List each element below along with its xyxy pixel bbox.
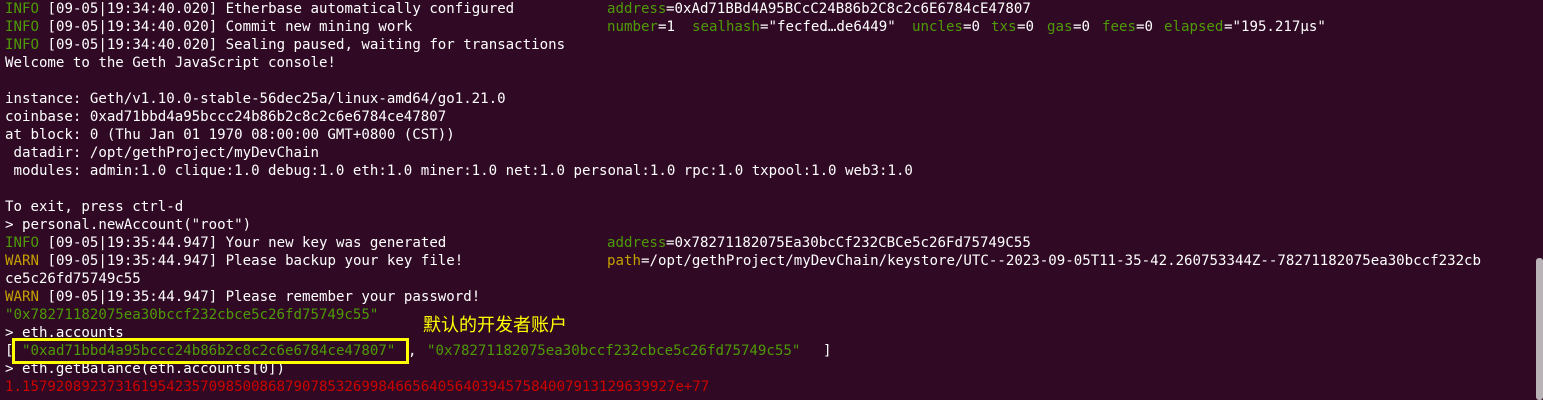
log-level: INFO: [5, 235, 39, 251]
log-key: uncles: [912, 19, 963, 35]
log-level: INFO: [5, 1, 39, 17]
log-value: =0xAd71BBd4A95BCcC24B86b2C8c2c6E6784cE47…: [666, 1, 1031, 17]
log-message: [09-05|19:34:40.020] Sealing paused, wai…: [39, 37, 566, 53]
log-key: elapsed: [1164, 19, 1224, 35]
log-line: INFO [09-05|19:34:40.020] Commit new min…: [5, 18, 1326, 36]
log-value: =0x78271182075Ea30bcCf232CBCe5c26Fd75749…: [666, 235, 1031, 251]
terminal-window[interactable]: INFO [09-05|19:34:40.020] Etherbase auto…: [0, 0, 1543, 400]
command-line: > personal.newAccount("root"): [5, 217, 252, 233]
log-level: WARN: [5, 289, 39, 305]
log-line: INFO [09-05|19:35:44.947] Your new key w…: [5, 234, 1031, 252]
log-value: =0: [1136, 19, 1162, 35]
log-level: INFO: [5, 37, 39, 53]
log-value: ="195.217µs": [1224, 19, 1326, 35]
log-value: ="fecfed…de6449": [760, 19, 905, 35]
log-level: INFO: [5, 19, 39, 35]
log-line: INFO [09-05|19:34:40.020] Etherbase auto…: [5, 0, 1031, 18]
log-line: WARN [09-05|19:35:44.947] Please backup …: [5, 252, 1481, 270]
balance-result: 1.15792089237316195423570985008687907853…: [5, 379, 710, 395]
log-level: WARN: [5, 253, 39, 269]
log-key: txs: [991, 19, 1017, 35]
account-address[interactable]: "0x78271182075ea30bccf232cbce5c26fd75749…: [427, 342, 800, 360]
log-message: [09-05|19:35:44.947] Please backup your …: [39, 253, 583, 269]
scrollbar[interactable]: [1536, 258, 1543, 400]
console-line: ce5c26fd75749c55: [5, 271, 141, 287]
log-value: =0: [1017, 19, 1043, 35]
console-line: instance: Geth/v1.10.0-stable-56dec25a/l…: [5, 91, 506, 107]
log-line: WARN [09-05|19:35:44.947] Please remembe…: [5, 288, 480, 306]
log-value: =/opt/gethProject/myDevChain/keystore/UT…: [641, 253, 1482, 269]
log-key: address: [607, 1, 667, 17]
log-value: =0: [1073, 19, 1099, 35]
return-value: "0x78271182075ea30bccf232cbce5c26fd75749…: [5, 307, 379, 323]
log-key: path: [607, 253, 641, 269]
log-message: [09-05|19:35:44.947] Please remember you…: [39, 289, 481, 305]
annotation-label: 默认的开发者账户: [423, 315, 567, 336]
log-line: INFO [09-05|19:34:40.020] Sealing paused…: [5, 36, 565, 54]
array-separator: ,: [408, 343, 425, 359]
log-message: [09-05|19:35:44.947] Your new key was ge…: [39, 235, 574, 251]
console-line: coinbase: 0xad71bbd4a95bccc24b86b2c8c2c6…: [5, 109, 447, 125]
log-key: fees: [1102, 19, 1136, 35]
annotation-highlight-box: [12, 338, 409, 364]
log-value: =1: [658, 19, 684, 35]
console-line: datadir: /opt/gethProject/myDevChain: [5, 145, 319, 161]
console-line: modules: admin:1.0 clique:1.0 debug:1.0 …: [5, 163, 913, 179]
console-line: at block: 0 (Thu Jan 01 1970 08:00:00 GM…: [5, 127, 455, 143]
log-key: address: [607, 235, 667, 251]
log-key: sealhash: [692, 19, 760, 35]
console-line: To exit, press ctrl-d: [5, 199, 184, 215]
log-key: gas: [1047, 19, 1073, 35]
log-message: [09-05|19:34:40.020] Etherbase automatic…: [39, 1, 574, 17]
log-key: number: [607, 19, 658, 35]
console-line: Welcome to the Geth JavaScript console!: [5, 55, 336, 71]
log-message: [09-05|19:34:40.020] Commit new mining w…: [39, 19, 574, 35]
array-close-bracket: ]: [823, 343, 832, 359]
log-value: =0: [963, 19, 989, 35]
